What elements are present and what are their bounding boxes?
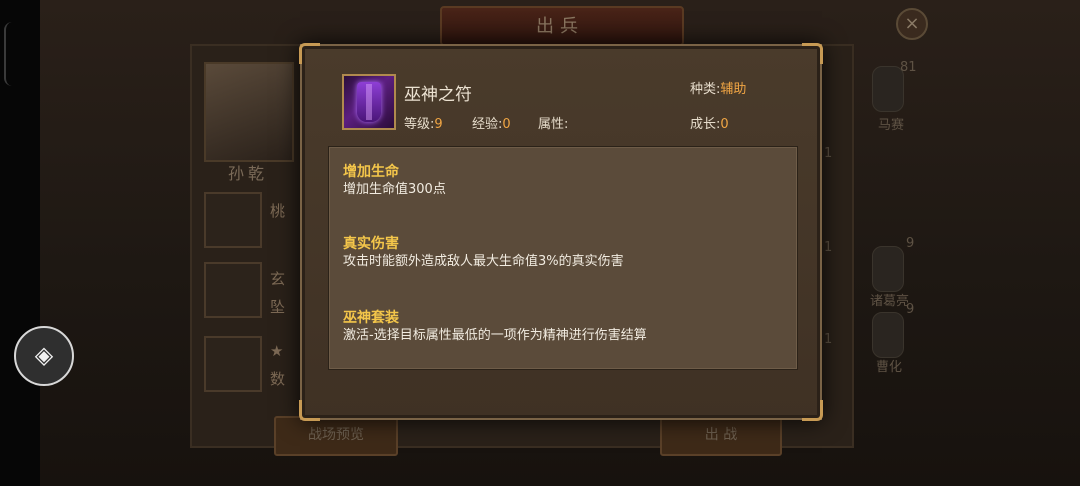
- bg-hero-name: 孙乾: [228, 164, 269, 183]
- bg-slot-sublabel: 数: [270, 370, 286, 388]
- bg-slot-label: 玄: [270, 270, 286, 288]
- bg-battle-preview-button[interactable]: 战场预览: [274, 416, 398, 456]
- bg-hero-portrait[interactable]: [204, 62, 294, 162]
- exp-label: 经验: [472, 117, 499, 132]
- screen-edge-arc: [4, 22, 14, 86]
- skill-description-panel: 增加生命 增加生命值300点 真实伤害 攻击时能额外造成敌人最大生命值3%的真实…: [328, 146, 798, 370]
- bg-deploy-button[interactable]: 出 战: [660, 416, 782, 456]
- bg-unit-count: 9: [906, 236, 915, 251]
- bg-equip-slot-weapon[interactable]: [204, 192, 262, 248]
- bg-unit-figure[interactable]: [872, 246, 904, 292]
- item-growth: 成长:0: [690, 113, 729, 132]
- bg-equip-slot-accessory[interactable]: [204, 336, 262, 392]
- skill-text: 激活-选择目标属性最低的一项作为精神进行伤害结算: [343, 328, 647, 343]
- left-screen-edge: [0, 0, 40, 486]
- frame-corner-ornament: [802, 400, 823, 421]
- purple-cape-talisman-icon: [342, 74, 396, 130]
- item-detail-popup: 巫神之符 种类:辅助 等级:9 经验:0 属性: 成长:0 增加生命 增加生命值…: [299, 43, 823, 421]
- item-type: 种类:辅助: [690, 78, 746, 97]
- item-level: 等级:9: [404, 113, 443, 132]
- bg-equip-slot-armor[interactable]: [204, 262, 262, 318]
- frame-corner-ornament: [299, 400, 320, 421]
- bg-unit-count: 1: [824, 240, 833, 255]
- skill-text: 攻击时能额外造成敌人最大生命值3%的真实伤害: [343, 254, 624, 269]
- frame-corner-ornament: [802, 43, 823, 64]
- bg-unit-count: 81: [900, 60, 917, 75]
- bg-unit-count: 9: [906, 302, 915, 317]
- frame-corner-ornament: [299, 43, 320, 64]
- cape-highlight: [366, 84, 372, 120]
- item-attribute: 属性:: [538, 113, 568, 132]
- level-value: 9: [434, 117, 443, 132]
- skill-title: 真实伤害: [343, 236, 399, 252]
- item-name: 巫神之符: [404, 85, 472, 105]
- bg-slot-sublabel: 坠: [270, 298, 286, 316]
- bg-slot-label: ★: [270, 342, 284, 360]
- item-type-value: 辅助: [720, 82, 747, 97]
- layers-icon[interactable]: ◈: [14, 326, 74, 386]
- bg-window-title: 出兵: [536, 16, 584, 37]
- bg-unit-label: 马赛: [878, 118, 905, 133]
- bg-unit-figure[interactable]: [872, 312, 904, 358]
- skill-entry: 增加生命 增加生命值300点: [343, 163, 446, 199]
- bg-close-button[interactable]: ×: [896, 8, 928, 40]
- bg-unit-count: 1: [824, 332, 833, 347]
- item-type-label: 种类: [690, 82, 717, 97]
- level-label: 等级: [404, 117, 431, 132]
- exp-value: 0: [502, 117, 511, 132]
- skill-text: 增加生命值300点: [343, 182, 446, 197]
- skill-title: 巫神套装: [343, 310, 399, 326]
- separator: :: [564, 117, 569, 132]
- growth-label: 成长: [690, 117, 717, 132]
- growth-value: 0: [720, 117, 729, 132]
- skill-entry: 真实伤害 攻击时能额外造成敌人最大生命值3%的真实伤害: [343, 235, 624, 271]
- bg-unit-label: 诸葛亮: [870, 294, 910, 309]
- bg-unit-count: 1: [824, 146, 833, 161]
- skill-title: 增加生命: [343, 164, 399, 180]
- item-exp: 经验:0: [472, 113, 511, 132]
- skill-entry: 巫神套装 激活-选择目标属性最低的一项作为精神进行伤害结算: [343, 309, 647, 345]
- attribute-label: 属性: [538, 117, 565, 132]
- bg-slot-label: 桃: [270, 202, 286, 220]
- bg-unit-label: 曹化: [876, 360, 903, 375]
